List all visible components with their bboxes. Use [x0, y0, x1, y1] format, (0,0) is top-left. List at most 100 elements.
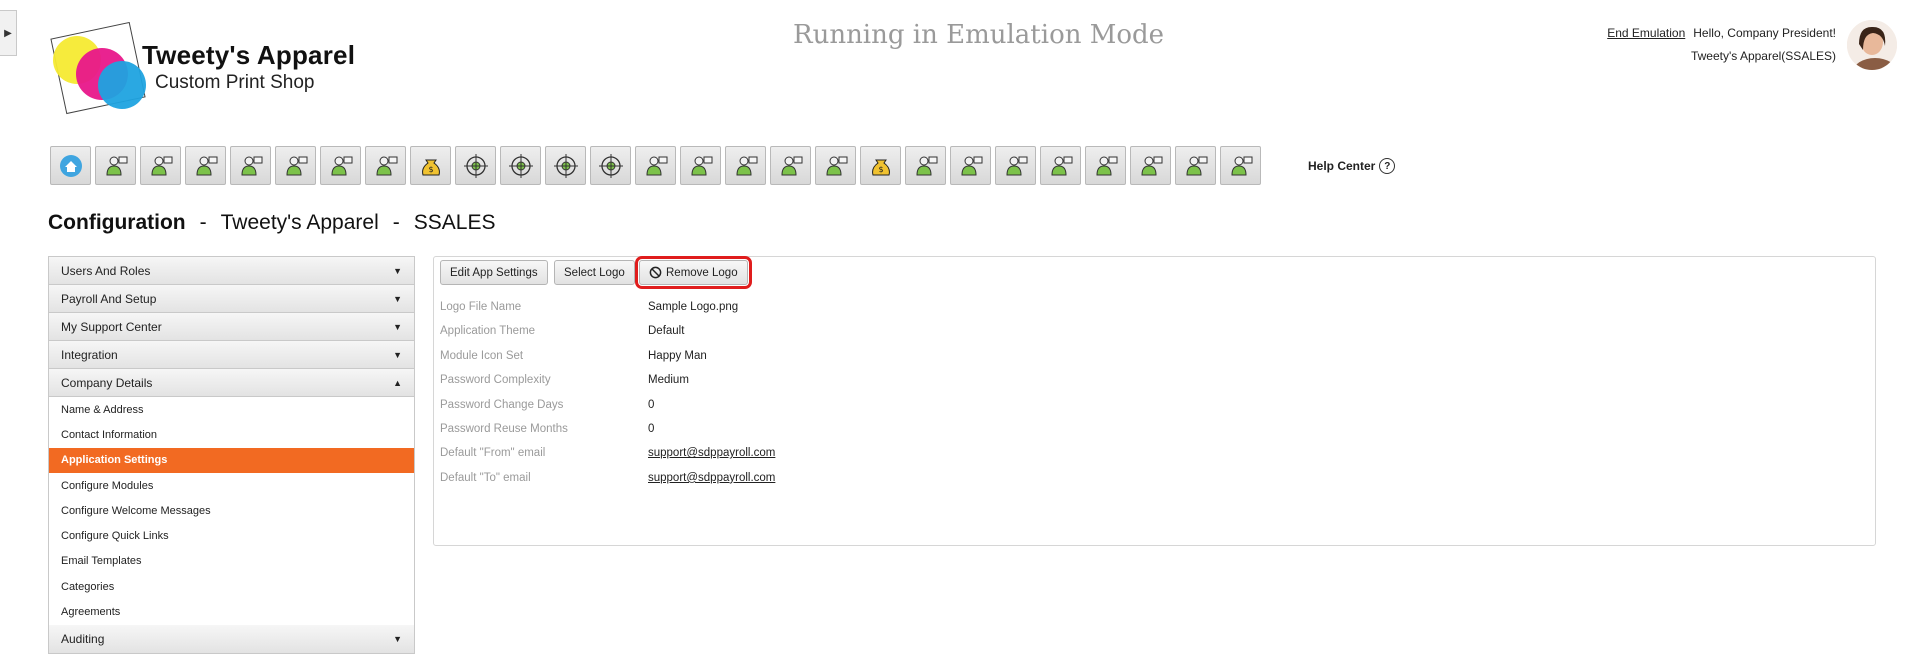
menu-section-label: Auditing [61, 631, 105, 646]
toolbar-presenter-button[interactable] [185, 146, 226, 185]
toolbar-team-button[interactable] [230, 146, 271, 185]
menu-section-top-0[interactable]: Users And Roles ▼ [49, 257, 414, 285]
toolbar-payment-hand-button[interactable] [1040, 146, 1081, 185]
group-board-icon [281, 151, 311, 181]
toolbar-certificate-button[interactable] [1220, 146, 1261, 185]
file-icon [1136, 151, 1166, 181]
user-info: End Emulation Hello, Company President! T… [1607, 22, 1836, 68]
toolbar-award-button[interactable] [95, 146, 136, 185]
edit-app-settings-button[interactable]: Edit App Settings [440, 260, 548, 285]
toolbar-money-bag-button[interactable]: $ [410, 146, 451, 185]
menu-section-top-1[interactable]: Payroll And Setup ▼ [49, 285, 414, 313]
page-title: Configuration - Tweety's Apparel - SSALES [48, 211, 495, 235]
team-icon [236, 151, 266, 181]
menu-item-8[interactable]: Agreements [49, 599, 414, 625]
menu-item-7[interactable]: Categories [49, 574, 414, 600]
menu-section-top-3[interactable]: Integration ▼ [49, 341, 414, 369]
setting-email-link[interactable]: support@sdppayroll.com [648, 447, 775, 459]
menu-section-top-2[interactable]: My Support Center ▼ [49, 313, 414, 341]
toolbar-settings-person-button[interactable] [140, 146, 181, 185]
emulation-banner: Running in Emulation Mode [793, 20, 1165, 50]
document-icon [371, 151, 401, 181]
caret-down-icon: ▼ [393, 265, 402, 276]
toolbar-person-cancel-button[interactable] [815, 146, 856, 185]
toolbar-gift-button[interactable] [1085, 146, 1126, 185]
menu-item-2[interactable]: Application Settings [49, 447, 414, 473]
help-center-link[interactable]: Help Center ? [1308, 158, 1396, 174]
setting-label: Password Change Days [440, 398, 564, 411]
home-icon [56, 151, 86, 181]
setting-row: Default "To" email support@sdppayroll.com [440, 472, 775, 484]
toolbar-org-chart-button[interactable] [320, 146, 361, 185]
menu-item-1[interactable]: Contact Information [49, 422, 414, 448]
toolbar-file-button[interactable] [1130, 146, 1171, 185]
avatar[interactable] [1847, 20, 1897, 70]
menu-section-company-details[interactable]: Company Details ▲ [49, 369, 414, 397]
target-icon [551, 151, 581, 181]
network-icon [1001, 151, 1031, 181]
group-board-icon [1181, 151, 1211, 181]
menu-item-5[interactable]: Configure Quick Links [49, 523, 414, 549]
menu-section-label: Users And Roles [61, 263, 151, 278]
org-chart-icon [326, 151, 356, 181]
toolbar-group-board-button[interactable] [1175, 146, 1216, 185]
help-icon: ? [1379, 158, 1396, 174]
toolbar-home-button[interactable] [50, 146, 91, 185]
toolbar-payment-hand-button[interactable] [770, 146, 811, 185]
page-title-code: SSALES [413, 211, 496, 234]
toolbar-target-button[interactable] [590, 146, 631, 185]
toolbar-shield-lock-button[interactable] [725, 146, 766, 185]
sidebar-toggle-button[interactable]: ▶ [0, 10, 17, 56]
caret-up-icon: ▲ [393, 377, 402, 388]
toolbar-group-board-button[interactable] [275, 146, 316, 185]
toolbar-target-button[interactable] [455, 146, 496, 185]
toolbar-network-button[interactable] [995, 146, 1036, 185]
setting-row: Logo File Name Sample Logo.png [440, 301, 738, 313]
end-emulation-link[interactable]: End Emulation [1607, 26, 1685, 40]
setting-label: Module Icon Set [440, 349, 524, 362]
setting-value: 0 [648, 423, 655, 435]
toolbar-team-chart-button[interactable] [635, 146, 676, 185]
team-chart-icon [641, 151, 671, 181]
payment-hand-icon [776, 151, 806, 181]
setting-row: Password Reuse Months 0 [440, 423, 654, 435]
menu-section-label: My Support Center [61, 319, 162, 334]
target-icon [506, 151, 536, 181]
menu-item-0[interactable]: Name & Address [49, 397, 414, 423]
brand-name: Tweety's Apparel [142, 40, 356, 70]
remove-logo-label: Remove Logo [666, 266, 738, 279]
user-photo-icon [1847, 20, 1897, 70]
menu-item-3[interactable]: Configure Modules [49, 472, 414, 499]
setting-row: Application Theme Default [440, 325, 684, 337]
award-icon [101, 151, 131, 181]
toolbar-team-money-button[interactable] [905, 146, 946, 185]
caret-down-icon: ▼ [393, 321, 402, 332]
remove-logo-button[interactable]: Remove Logo [635, 256, 752, 289]
svg-text:$: $ [428, 165, 433, 174]
select-logo-button[interactable]: Select Logo [554, 260, 635, 285]
title-separator: - [392, 211, 400, 234]
setting-value: Sample Logo.png [648, 301, 739, 313]
money-bag-icon: $ [866, 151, 896, 181]
title-separator: - [199, 211, 207, 234]
menu-section-label: Integration [61, 347, 118, 362]
menu-item-6[interactable]: Email Templates [49, 548, 414, 575]
menu-section-bottom-0[interactable]: Auditing ▼ [49, 624, 414, 653]
toolbar-person-idea-button[interactable] [950, 146, 991, 185]
setting-label: Default "To" email [440, 471, 531, 484]
toolbar-money-bag-button[interactable]: $ [860, 146, 901, 185]
setting-row: Password Change Days 0 [440, 399, 654, 411]
target-icon [596, 151, 626, 181]
toolbar-document-button[interactable] [365, 146, 406, 185]
menu-item-4[interactable]: Configure Welcome Messages [49, 498, 414, 524]
toolbar-target-button[interactable] [545, 146, 586, 185]
toolbar-person-idea-button[interactable] [680, 146, 721, 185]
setting-email-link[interactable]: support@sdppayroll.com [648, 472, 775, 484]
setting-label: Logo File Name [440, 301, 522, 313]
setting-row: Module Icon Set Happy Man [440, 350, 707, 362]
help-center-label: Help Center [1308, 159, 1376, 173]
toolbar-target-button[interactable] [500, 146, 541, 185]
prohibited-icon [649, 266, 662, 279]
setting-label: Password Reuse Months [440, 423, 568, 435]
setting-value: Default [648, 325, 685, 338]
